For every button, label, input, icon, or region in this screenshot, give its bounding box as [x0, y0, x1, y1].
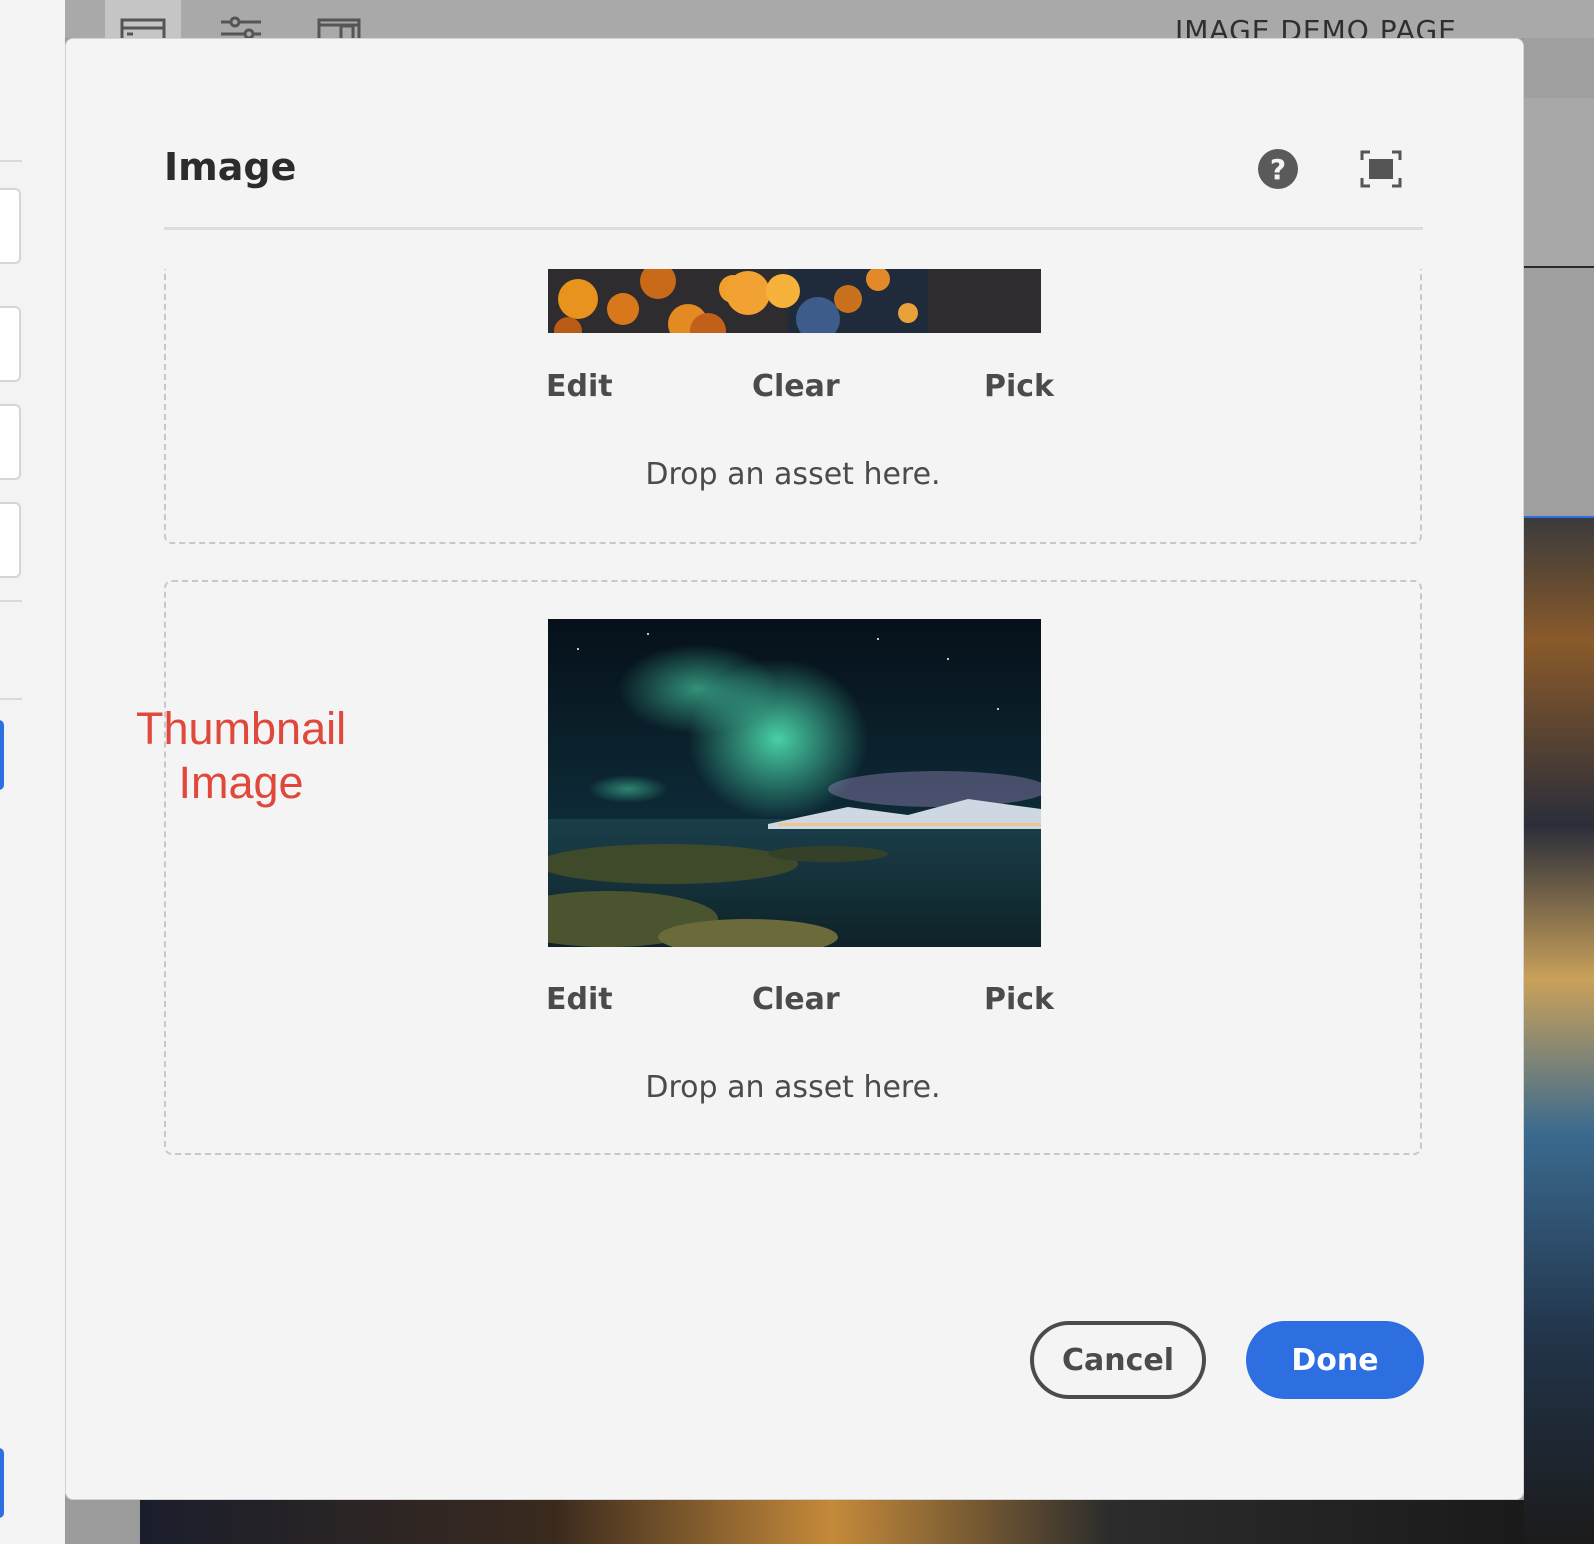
cancel-button[interactable]: Cancel [1030, 1321, 1206, 1399]
side-panel-selected-item[interactable] [0, 1448, 4, 1518]
divider [0, 600, 22, 602]
pick-button[interactable]: Pick [984, 369, 1054, 404]
page-hero-image [1524, 518, 1594, 1544]
edit-button[interactable]: Edit [546, 982, 613, 1017]
edit-button[interactable]: Edit [546, 369, 613, 404]
done-button[interactable]: Done [1246, 1321, 1424, 1399]
bokeh-lights-image [548, 269, 1041, 333]
clear-button[interactable]: Clear [752, 982, 840, 1017]
help-icon[interactable]: ? [1258, 149, 1298, 189]
aurora-borealis-image [548, 619, 1041, 947]
side-panel-dropdown[interactable] [0, 306, 21, 382]
side-panel-icon[interactable] [105, 0, 181, 38]
image-actions: Edit Clear Pick [546, 982, 1054, 1022]
properties-sliders-icon[interactable] [203, 0, 279, 38]
clear-button[interactable]: Clear [752, 369, 840, 404]
drop-hint: Drop an asset here. [645, 457, 941, 492]
dialog-title: Image [164, 145, 297, 189]
left-side-panel [0, 0, 65, 1544]
side-panel-selected-item[interactable] [0, 720, 4, 790]
divider [0, 160, 22, 162]
page-canvas-edge [1524, 38, 1594, 1544]
side-panel-field[interactable] [0, 188, 21, 264]
thumbnail-drop-zone[interactable]: Edit Clear Pick Drop an asset here. [164, 580, 1422, 1155]
side-panel-field[interactable] [0, 404, 21, 480]
pick-button[interactable]: Pick [984, 982, 1054, 1017]
header-divider [164, 227, 1423, 230]
image-drop-zone[interactable]: Edit Clear Pick Drop an asset here. [164, 269, 1422, 544]
canvas-panel [1524, 98, 1594, 268]
thumbnail-image-annotation: Thumbnail Image [136, 702, 346, 810]
image-actions: Edit Clear Pick [546, 369, 1054, 409]
image-dialog: Image ? Edit Clear Pick Drop an asset he… [65, 38, 1524, 1500]
side-panel-dropdown[interactable] [0, 502, 21, 578]
editor-toolbar: IMAGE DEMO PAGE [65, 0, 1594, 47]
drop-hint: Drop an asset here. [645, 1070, 941, 1105]
annotation-line: Thumbnail [136, 703, 347, 754]
divider [1524, 266, 1594, 268]
fullscreen-icon[interactable] [1360, 150, 1402, 188]
divider [0, 698, 22, 700]
emulator-icon[interactable] [301, 0, 377, 38]
annotation-line: Image [178, 757, 304, 808]
dialog-content[interactable]: Edit Clear Pick Drop an asset here. Edit… [164, 269, 1424, 1279]
page-hero-image [140, 1500, 1524, 1544]
